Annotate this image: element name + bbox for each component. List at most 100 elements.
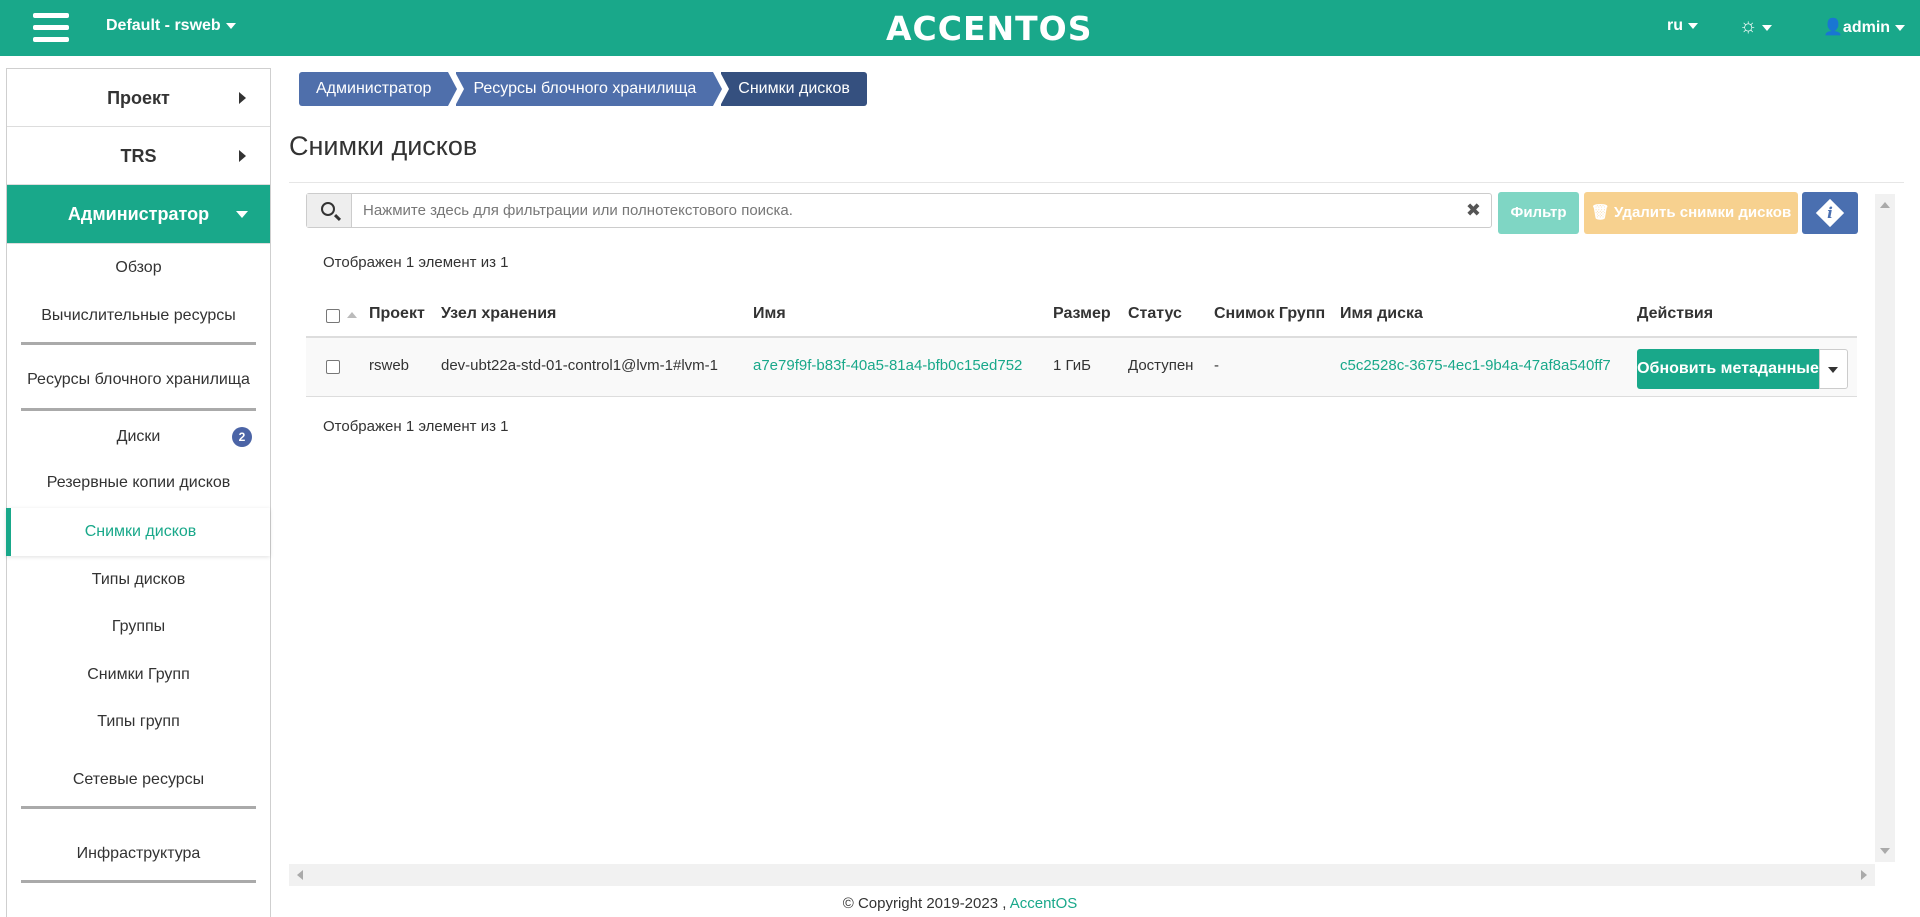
column-header-actions: Действия (1637, 305, 1714, 322)
column-header-status[interactable]: Статус (1128, 305, 1182, 323)
theme-selector[interactable]: ☼ (1739, 15, 1773, 37)
top-navbar: Default - rsweb ACCENTOS ru ☼ 👤admin (0, 0, 1920, 56)
logo: ACCENTOS (886, 9, 1093, 48)
breadcrumb-arrow (713, 72, 723, 106)
sidebar-section-trs[interactable]: TRS (7, 127, 270, 185)
cell-size: 1 ГиБ (1053, 357, 1092, 374)
accentos-link[interactable]: AccentOS (1010, 895, 1078, 912)
search-input[interactable] (353, 194, 1453, 227)
sidebar-item-label: Резервные копии дисков (46, 474, 231, 491)
scroll-left-icon[interactable] (297, 870, 303, 880)
sidebar-item-label: Инфраструктура (76, 845, 201, 862)
chevron-down-icon (1688, 22, 1698, 29)
delete-snapshots-button[interactable]: 🗑 Удалить снимки дисков (1584, 192, 1798, 234)
project-selector[interactable]: Default - rsweb (106, 17, 236, 35)
sidebar-item-backups[interactable]: Резервные копии дисков (7, 460, 270, 508)
info-icon: i (1815, 198, 1845, 228)
row-checkbox[interactable] (326, 360, 340, 374)
select-all-checkbox[interactable] (326, 309, 340, 323)
sidebar-section-admin[interactable]: Администратор (7, 185, 270, 244)
sidebar-item-volume-types[interactable]: Типы дисков (7, 556, 270, 603)
sidebar-item-label: Ресурсы блочного хранилища (27, 371, 250, 388)
sidebar-item-label: Обзор (115, 259, 162, 276)
divider (21, 342, 256, 345)
sort-up-icon[interactable] (347, 312, 357, 318)
table-header: Проект Узел хранения Имя Размер Статус С… (306, 294, 1857, 338)
sun-icon: ☼ (1739, 15, 1758, 37)
sidebar-item-group-snapshots[interactable]: Снимки Групп (7, 651, 270, 698)
items-count-bottom: Отображен 1 элемент из 1 (323, 418, 509, 435)
sidebar-item-label: Вычислительные ресурсы (41, 307, 236, 324)
chevron-down-icon (236, 211, 248, 218)
user-menu[interactable]: 👤admin (1823, 17, 1906, 37)
breadcrumb-label: Снимки дисков (738, 80, 850, 97)
sidebar-item-groups[interactable]: Группы (7, 603, 270, 651)
scroll-down-icon[interactable] (1880, 848, 1890, 854)
column-header-group-snapshot[interactable]: Снимок Групп (1214, 305, 1325, 323)
sidebar-item-label: Типы групп (97, 713, 180, 730)
sidebar-item-label: Снимки Групп (87, 666, 190, 683)
breadcrumb-item-block-storage[interactable]: Ресурсы блочного хранилища (455, 72, 723, 106)
breadcrumb-item-admin[interactable]: Администратор (299, 72, 458, 106)
cell-volume-link[interactable]: c5c2528c-3675-4ec1-9b4a-47af8a540ff7 (1340, 357, 1611, 374)
breadcrumb-item-snapshots[interactable]: Снимки дисков (720, 72, 867, 106)
sidebar-section-label: TRS (120, 146, 157, 166)
sidebar-item-label: Типы дисков (91, 571, 186, 588)
breadcrumb: Администратор Ресурсы блочного хранилища… (299, 72, 867, 106)
search-icon (321, 202, 335, 216)
divider (21, 880, 256, 883)
sidebar-item-snapshots[interactable]: Снимки дисков (6, 508, 270, 556)
sidebar-group-compute[interactable]: Вычислительные ресурсы (7, 292, 270, 352)
language-selector[interactable]: ru (1667, 17, 1698, 35)
user-name: admin (1842, 19, 1891, 36)
scroll-right-icon[interactable] (1861, 870, 1867, 880)
sidebar-group-block-storage[interactable]: Ресурсы блочного хранилища (7, 352, 270, 412)
sidebar-group-network[interactable]: Сетевые ресурсы (7, 746, 270, 814)
breadcrumb-label: Ресурсы блочного хранилища (473, 80, 697, 97)
chevron-down-icon (1762, 24, 1773, 31)
sidebar-item-label: Снимки дисков (84, 523, 197, 540)
cell-status: Доступен (1128, 357, 1194, 374)
divider (21, 408, 256, 411)
chevron-down-icon (1895, 24, 1906, 31)
info-button[interactable]: i (1802, 192, 1858, 234)
column-header-volume-name[interactable]: Имя диска (1340, 305, 1423, 323)
column-header-name[interactable]: Имя (753, 305, 786, 323)
search-addon (307, 194, 352, 227)
close-icon[interactable]: ✖ (1466, 200, 1481, 221)
count-badge: 2 (232, 427, 252, 447)
sidebar-section-project[interactable]: Проект (7, 69, 270, 127)
table-row: rsweb dev-ubt22a-std-01-control1@lvm-1#l… (306, 338, 1857, 397)
actions-dropdown-toggle[interactable] (1819, 349, 1848, 389)
cell-group-snapshot: - (1214, 357, 1219, 374)
language-label: ru (1667, 17, 1683, 34)
project-selector-label: Default - rsweb (106, 17, 221, 34)
user-icon: 👤 (1823, 19, 1843, 36)
column-header-project[interactable]: Проект (369, 305, 425, 323)
sidebar-item-volumes[interactable]: Диски 2 (7, 414, 270, 460)
cell-project: rsweb (369, 357, 410, 374)
page-title: Снимки дисков (289, 131, 478, 161)
column-header-host[interactable]: Узел хранения (441, 305, 556, 323)
delete-snapshots-label: Удалить снимки дисков (1614, 204, 1792, 221)
sidebar: Проект TRS Администратор Обзор Вычислите… (6, 68, 271, 917)
sidebar-section-label: Проект (107, 88, 170, 108)
items-count-top: Отображен 1 элемент из 1 (323, 254, 509, 271)
chevron-down-icon (1828, 367, 1838, 373)
filter-button[interactable]: Фильтр (1498, 192, 1579, 234)
horizontal-scrollbar[interactable] (289, 864, 1875, 886)
cell-name-link[interactable]: a7e79f9f-b83f-40a5-81a4-bfb0c15ed752 (753, 357, 1022, 374)
sidebar-item-overview[interactable]: Обзор (7, 244, 270, 292)
cell-host: dev-ubt22a-std-01-control1@lvm-1#lvm-1 (441, 357, 719, 374)
sidebar-group-infrastructure[interactable]: Инфраструктура (7, 814, 270, 883)
sidebar-item-label: Группы (111, 618, 166, 635)
scroll-up-icon[interactable] (1880, 202, 1890, 208)
menu-icon[interactable] (33, 13, 69, 43)
column-header-size[interactable]: Размер (1053, 305, 1111, 323)
divider (21, 806, 256, 809)
vertical-scrollbar[interactable] (1875, 194, 1895, 862)
search-bar: ✖ (306, 193, 1492, 228)
chevron-down-icon (225, 22, 236, 29)
update-metadata-button[interactable]: Обновить метаданные (1637, 349, 1819, 389)
sidebar-item-group-types[interactable]: Типы групп (7, 698, 270, 746)
